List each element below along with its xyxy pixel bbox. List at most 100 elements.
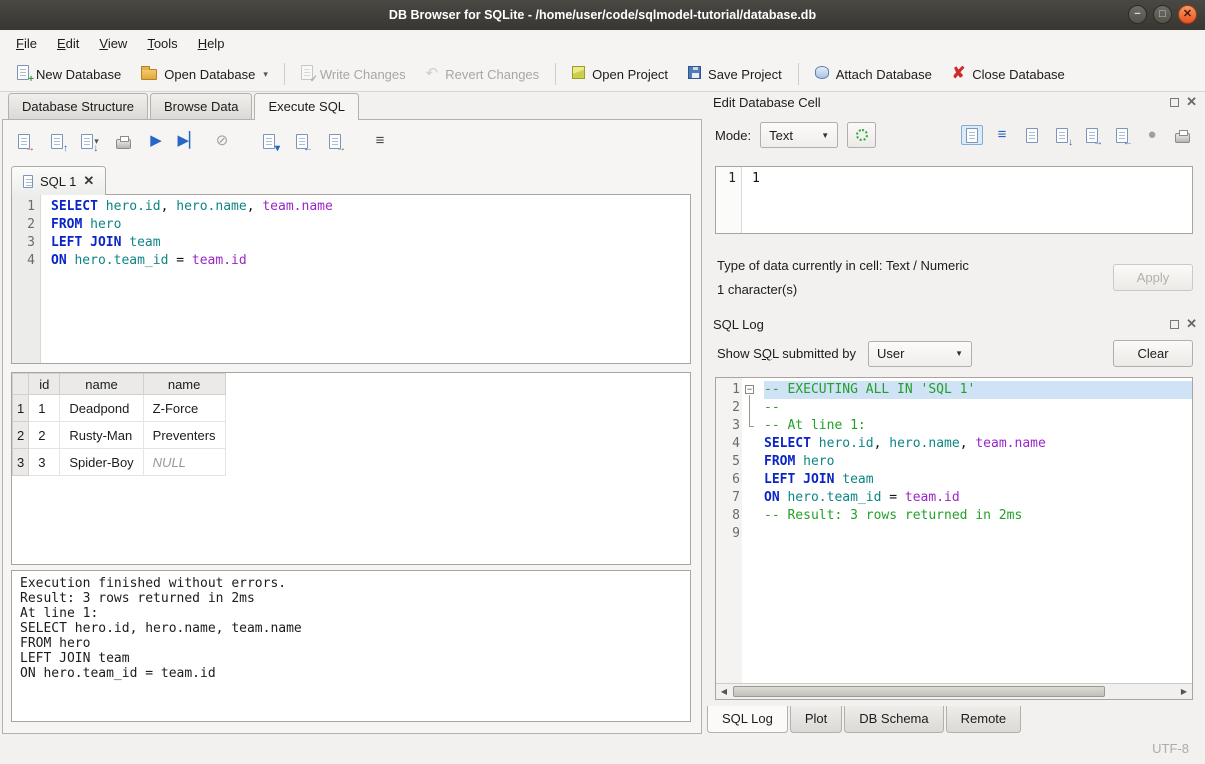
apply-button: Apply (1113, 264, 1193, 291)
tab-execute-sql[interactable]: Execute SQL (254, 93, 359, 120)
export-button[interactable] (291, 131, 313, 151)
word-wrap-icon: ≡ (998, 127, 1007, 143)
execute-sql-page: ▾ ▶ ▶▏ ⊘ ≡ SQL 1 ✕ 1234 SELECT hero.id, … (2, 119, 702, 734)
import-button[interactable] (1081, 125, 1103, 145)
close-icon[interactable]: ✕ (1178, 5, 1197, 24)
edit-cell-header: Edit Database Cell ✕ (713, 92, 1197, 112)
maximize-icon[interactable]: □ (1153, 5, 1172, 24)
gear-icon (856, 129, 868, 141)
sql-log-view[interactable]: 123456789 − -- EXECUTING ALL IN 'SQL 1'-… (715, 377, 1193, 700)
scrollbar-thumb[interactable] (733, 686, 1105, 697)
find-replace-icon (329, 134, 341, 149)
execute-all-button[interactable]: ▶ (145, 131, 167, 151)
submitted-by-select[interactable]: User ▼ (868, 341, 972, 367)
log-code[interactable]: -- EXECUTING ALL IN 'SQL 1'---- At line … (758, 378, 1192, 683)
save-sql-file-button[interactable]: ▾ (79, 131, 101, 151)
close-panel-icon[interactable]: ✕ (1186, 319, 1197, 329)
sql-document-tabbar: SQL 1 ✕ (11, 166, 106, 195)
right-panel: Edit Database Cell ✕ Mode: Text ▼ ≡ ● 1 … (707, 92, 1205, 734)
float-panel-icon[interactable] (1170, 98, 1179, 107)
menu-tools[interactable]: Tools (137, 30, 187, 57)
fold-collapse-icon[interactable]: − (745, 385, 754, 394)
cell-editor-content[interactable]: 1 (742, 167, 1192, 233)
execute-line-button[interactable]: ▶▏ (178, 131, 200, 151)
filter-label: Show SQL submitted by (717, 346, 856, 361)
main-tabbar: Database Structure Browse Data Execute S… (0, 92, 704, 119)
float-panel-icon[interactable] (1170, 320, 1179, 329)
log-line-numbers: 123456789 (716, 378, 742, 683)
tab-sql-log[interactable]: SQL Log (707, 706, 788, 733)
sql-editor[interactable]: 1234 SELECT hero.id, hero.name, team.nam… (11, 194, 691, 364)
close-panel-icon[interactable]: ✕ (1186, 97, 1197, 107)
text-document-icon (966, 128, 978, 143)
cell-value-editor[interactable]: 1 1 (715, 166, 1193, 234)
menu-help[interactable]: Help (188, 30, 235, 57)
format-sql-icon: ≡ (376, 133, 385, 149)
save-project-button[interactable]: Save Project (679, 62, 791, 86)
tab-db-schema[interactable]: DB Schema (844, 706, 943, 733)
close-database-button[interactable]: ✘ Close Database (943, 62, 1074, 86)
tab-database-structure[interactable]: Database Structure (8, 93, 148, 119)
open-database-button[interactable]: Open Database ▾ (132, 61, 277, 87)
close-tab-icon[interactable]: ✕ (83, 173, 94, 189)
cell-editor-line-numbers: 1 (716, 167, 742, 233)
chevron-down-icon: ▼ (821, 131, 829, 140)
open-sql-file-button[interactable] (46, 131, 68, 151)
log-horizontal-scrollbar[interactable]: ◀ ▶ (716, 683, 1192, 699)
format-sql-button[interactable]: ≡ (369, 131, 391, 151)
set-null-icon: ● (1147, 127, 1156, 143)
auto-switch-button[interactable] (847, 122, 876, 148)
new-database-button[interactable]: New Database (8, 61, 130, 87)
stop-button: ⊘ (211, 131, 233, 151)
mode-label: Mode: (715, 128, 751, 143)
tab-plot[interactable]: Plot (790, 706, 842, 733)
find-replace-button[interactable] (324, 131, 346, 151)
menu-file[interactable]: File (6, 30, 47, 57)
sql-document-tab[interactable]: SQL 1 ✕ (11, 166, 106, 195)
print-icon (1175, 133, 1190, 143)
save-contents-button[interactable] (1051, 125, 1073, 145)
attach-database-button[interactable]: Attach Database (806, 62, 941, 86)
save-project-icon (688, 66, 701, 82)
scroll-left-icon[interactable]: ◀ (716, 687, 732, 696)
minimize-icon[interactable]: − (1128, 5, 1147, 24)
clear-log-button[interactable]: Clear (1113, 340, 1193, 367)
results-grid[interactable]: idnamename11DeadpondZ-Force22Rusty-ManPr… (11, 372, 691, 565)
left-panel: Database Structure Browse Data Execute S… (0, 92, 704, 734)
revert-changes-icon: ↶ (426, 66, 439, 82)
open-database-icon (141, 65, 157, 83)
open-contents-button[interactable] (1021, 125, 1043, 145)
export-cell-button[interactable] (1111, 125, 1133, 145)
sql-log-header: SQL Log ✕ (713, 314, 1197, 334)
save-results-button[interactable] (258, 131, 280, 151)
menubar: File Edit View Tools Help (0, 30, 1205, 57)
import-icon (1086, 128, 1098, 143)
editor-code[interactable]: SELECT hero.id, hero.name, team.nameFROM… (41, 195, 690, 363)
revert-changes-button: ↶ Revert Changes (417, 62, 549, 86)
edit-cell-title: Edit Database Cell (713, 95, 1170, 110)
sql-toolbar: ▾ ▶ ▶▏ ⊘ ≡ (13, 126, 693, 156)
save-sql-file-icon (81, 134, 93, 149)
mode-select[interactable]: Text ▼ (760, 122, 838, 148)
bottom-tabbar: SQL Log Plot DB Schema Remote (707, 706, 1023, 733)
set-null-button[interactable]: ● (1141, 125, 1163, 145)
menu-edit[interactable]: Edit (47, 30, 89, 57)
execute-all-icon: ▶ (150, 133, 162, 149)
print-button[interactable] (112, 131, 134, 151)
text-document-button[interactable] (961, 125, 983, 145)
word-wrap-button[interactable]: ≡ (991, 125, 1013, 145)
menu-view[interactable]: View (89, 30, 137, 57)
new-tab-button[interactable] (13, 131, 35, 151)
edit-cell-toolbar: Mode: Text ▼ ≡ ● (715, 122, 1193, 148)
tab-remote[interactable]: Remote (946, 706, 1022, 733)
execution-message-box: Execution finished without errors.Result… (11, 570, 691, 722)
new-database-icon (17, 65, 29, 83)
sql-log-filter-row: Show SQL submitted by User ▼ Clear (717, 340, 1193, 367)
print-cell-button[interactable] (1171, 125, 1193, 145)
open-project-button[interactable]: Open Project (563, 62, 677, 86)
open-file-icon (1026, 128, 1038, 143)
titlebar[interactable]: DB Browser for SQLite - /home/user/code/… (0, 0, 1205, 30)
scroll-right-icon[interactable]: ▶ (1176, 687, 1192, 696)
tab-browse-data[interactable]: Browse Data (150, 93, 252, 119)
chevron-down-icon[interactable]: ▾ (263, 69, 268, 80)
